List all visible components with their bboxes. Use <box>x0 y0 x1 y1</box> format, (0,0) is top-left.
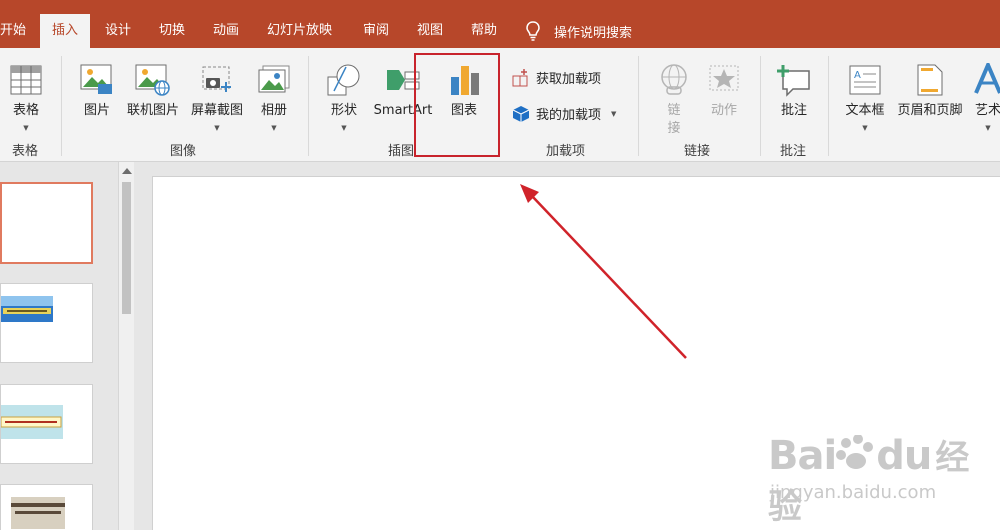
chevron-down-icon: ▼ <box>271 124 277 132</box>
picture-button[interactable]: 图片 <box>78 58 116 120</box>
comment-label: 批注 <box>780 103 807 118</box>
action-button[interactable]: 动作 <box>704 58 744 120</box>
shapes-label: 形状 <box>330 103 357 118</box>
tab-home[interactable]: 开始 <box>0 0 26 48</box>
header-footer-label: 页眉和页脚 <box>897 103 963 118</box>
tab-help[interactable]: 帮助 <box>471 0 497 48</box>
chevron-down-icon: ▼ <box>214 124 220 132</box>
ribbon-insert: 表格 ▼ 表格 图片 联机图片 屏幕截图 ▼ 相册 ▼ 图像 形状 ▼ Smar… <box>0 48 1000 162</box>
screenshot-label: 屏幕截图 <box>190 103 243 118</box>
get-addins-button[interactable]: 获取加载项 <box>512 68 601 87</box>
screenshot-icon <box>202 66 231 92</box>
wordart-button[interactable]: 艺术 ▼ <box>968 58 1000 132</box>
lightbulb-icon <box>526 21 540 41</box>
link-button[interactable]: 链 接 <box>654 58 694 138</box>
photo-album-icon <box>258 65 290 93</box>
slide-preview-image <box>0 405 63 439</box>
chevron-down-icon: ▼ <box>23 124 29 132</box>
shapes-button[interactable]: 形状 ▼ <box>324 58 364 132</box>
photo-album-label: 相册 <box>260 103 287 118</box>
slide-thumbnail-pane <box>0 162 118 530</box>
wordart-label: 艺术 <box>974 103 1000 118</box>
powerpoint-window: 开始 插入 设计 切换 动画 幻灯片放映 审阅 视图 帮助 操作说明搜索 表格 … <box>0 0 1000 530</box>
textbox-label: 文本框 <box>845 103 885 118</box>
slide-thumbnail[interactable] <box>0 384 93 464</box>
tab-insert[interactable]: 插入 <box>40 14 91 48</box>
baidu-watermark-logo: Bai du 经验 <box>768 430 1000 528</box>
header-footer-icon <box>917 64 943 96</box>
header-footer-button[interactable]: 页眉和页脚 <box>894 58 966 120</box>
tab-design[interactable]: 设计 <box>105 0 131 48</box>
slide-preview-image <box>11 497 65 529</box>
table-button[interactable]: 表格 ▼ <box>6 58 46 132</box>
screenshot-button[interactable]: 屏幕截图 ▼ <box>188 58 246 132</box>
thumbnail-scrollbar[interactable] <box>118 162 134 530</box>
online-picture-label: 联机图片 <box>126 103 179 118</box>
comment-icon <box>777 65 810 97</box>
chevron-down-icon: ▼ <box>985 124 991 132</box>
wordart-icon <box>974 63 1000 94</box>
my-addins-label: 我的加载项 <box>536 108 602 123</box>
group-label-illustrations: 插图 <box>388 144 415 159</box>
action-label: 动作 <box>710 103 737 118</box>
chart-highlight-box <box>414 53 500 157</box>
slide-thumbnail[interactable] <box>0 283 93 363</box>
link-label: 链 接 <box>667 103 681 136</box>
group-divider <box>828 56 829 156</box>
group-divider <box>61 56 62 156</box>
group-divider <box>308 56 309 156</box>
group-label-tables: 表格 <box>12 144 39 159</box>
star-action-icon <box>709 65 739 91</box>
textbox-icon: A <box>849 65 881 95</box>
tab-animations[interactable]: 动画 <box>213 0 239 48</box>
watermark-brand-2: du <box>876 433 932 479</box>
get-addins-label: 获取加载项 <box>536 72 602 87</box>
table-icon <box>10 65 42 95</box>
online-picture-button[interactable]: 联机图片 <box>124 58 182 120</box>
tab-transitions[interactable]: 切换 <box>159 0 185 48</box>
watermark-url: jingyan.baidu.com <box>770 482 937 503</box>
tab-slideshow[interactable]: 幻灯片放映 <box>267 0 332 48</box>
chevron-down-icon: ▼ <box>341 124 347 132</box>
globe-link-icon <box>661 64 687 95</box>
table-label: 表格 <box>12 103 39 118</box>
shapes-icon <box>327 64 360 96</box>
scroll-up-icon[interactable] <box>122 168 132 174</box>
group-label-links: 链接 <box>684 144 711 159</box>
group-label-images: 图像 <box>170 144 197 159</box>
tab-review[interactable]: 审阅 <box>363 0 389 48</box>
slide-preview-image <box>1 296 53 322</box>
textbox-button[interactable]: A 文本框 ▼ <box>842 58 888 132</box>
group-label-addins: 加载项 <box>546 144 586 159</box>
ribbon-tab-bar: 开始 插入 设计 切换 动画 幻灯片放映 审阅 视图 帮助 操作说明搜索 <box>0 0 1000 48</box>
group-divider <box>760 56 761 156</box>
chevron-down-icon: ▼ <box>862 124 868 132</box>
slide-thumbnail[interactable] <box>0 484 93 530</box>
tell-me-label: 操作说明搜索 <box>554 25 633 41</box>
photo-album-button[interactable]: 相册 ▼ <box>256 58 292 132</box>
online-picture-icon <box>135 64 170 96</box>
svg-text:A: A <box>854 70 861 81</box>
watermark-brand: Bai <box>768 433 837 479</box>
my-addins-button[interactable]: 我的加载项 ▼ <box>512 104 616 123</box>
tab-view[interactable]: 视图 <box>417 0 443 48</box>
chevron-down-icon: ▼ <box>611 109 617 118</box>
comment-button[interactable]: 批注 <box>774 58 814 120</box>
tell-me-search[interactable]: 操作说明搜索 <box>526 14 632 48</box>
cube-icon <box>512 105 530 122</box>
picture-icon <box>80 64 112 94</box>
scrollbar-thumb[interactable] <box>122 182 131 314</box>
group-label-comments: 批注 <box>780 144 807 159</box>
slide-thumbnail[interactable] <box>0 182 93 264</box>
add-grid-icon <box>512 68 528 86</box>
picture-label: 图片 <box>83 103 110 118</box>
group-divider <box>638 56 639 156</box>
paw-icon <box>836 434 874 469</box>
